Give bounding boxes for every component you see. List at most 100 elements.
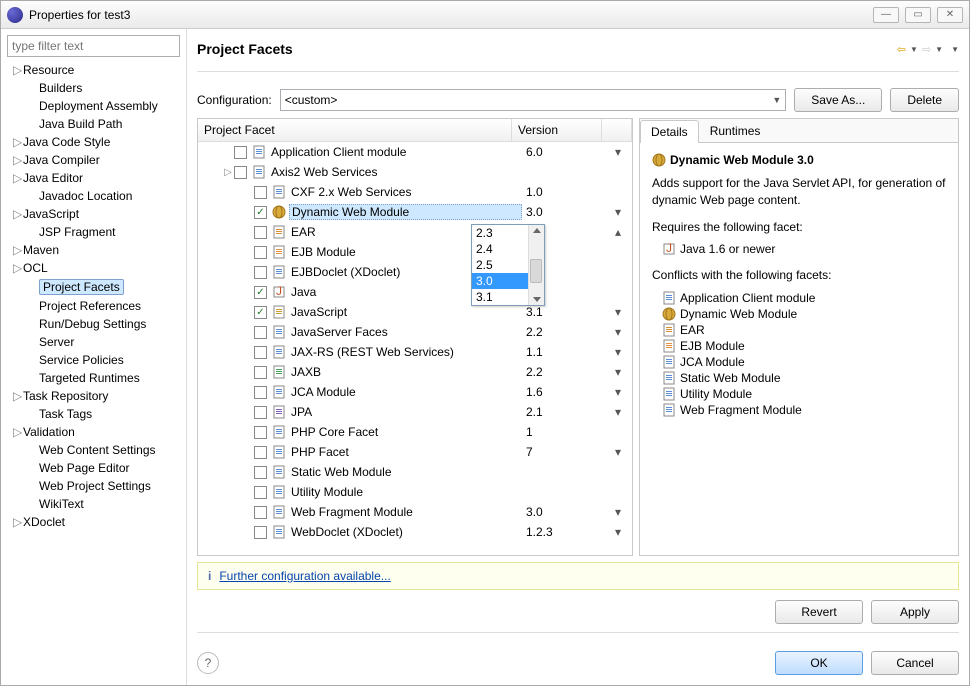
facet-row[interactable]: JavaServer Faces2.2▾ [198, 322, 632, 342]
version-dropdown-toggle[interactable]: ▾ [604, 445, 632, 459]
facet-row[interactable]: ▷Axis2 Web Services [198, 162, 632, 182]
tree-item[interactable]: Web Page Editor [7, 459, 180, 477]
facet-row[interactable]: JAX-RS (REST Web Services)1.1▾ [198, 342, 632, 362]
version-dropdown-toggle[interactable]: ▴ [604, 225, 632, 239]
facet-row[interactable]: WebDoclet (XDoclet)1.2.3▾ [198, 522, 632, 542]
facet-row[interactable]: JAXB2.2▾ [198, 362, 632, 382]
facet-row[interactable]: ✓JJava3.0 [198, 282, 632, 302]
facet-checkbox[interactable] [254, 406, 267, 419]
version-dropdown-toggle[interactable]: ▾ [604, 385, 632, 399]
filter-input[interactable] [7, 35, 180, 57]
version-dropdown-toggle[interactable]: ▾ [604, 345, 632, 359]
category-tree[interactable]: ▷ResourceBuildersDeployment AssemblyJava… [7, 61, 180, 531]
facet-checkbox[interactable]: ✓ [254, 286, 267, 299]
facet-row[interactable]: Utility Module [198, 482, 632, 502]
facet-checkbox[interactable]: ✓ [254, 206, 267, 219]
facet-checkbox[interactable] [254, 466, 267, 479]
column-version[interactable]: Version [512, 119, 602, 141]
cancel-button[interactable]: Cancel [871, 651, 959, 675]
version-dropdown-toggle[interactable]: ▾ [604, 525, 632, 539]
facet-checkbox[interactable] [254, 186, 267, 199]
tab-details[interactable]: Details [640, 120, 699, 143]
facet-checkbox[interactable] [254, 226, 267, 239]
tree-item[interactable]: ▷Task Repository [7, 387, 180, 405]
facet-checkbox[interactable] [254, 346, 267, 359]
facet-row[interactable]: Application Client module6.0▾ [198, 142, 632, 162]
tab-runtimes[interactable]: Runtimes [699, 119, 772, 142]
facet-row[interactable]: JPA2.1▾ [198, 402, 632, 422]
tree-item[interactable]: Project Facets [7, 277, 180, 297]
tree-item[interactable]: Builders [7, 79, 180, 97]
view-menu-icon[interactable]: ▼ [951, 45, 959, 54]
tree-item[interactable]: ▷XDoclet [7, 513, 180, 531]
facet-row[interactable]: ✓JavaScript3.1▾ [198, 302, 632, 322]
version-dropdown-toggle[interactable]: ▾ [604, 205, 632, 219]
ok-button[interactable]: OK [775, 651, 863, 675]
version-dropdown-toggle[interactable]: ▾ [604, 145, 632, 159]
tree-item[interactable]: Deployment Assembly [7, 97, 180, 115]
version-dropdown-toggle[interactable]: ▾ [604, 325, 632, 339]
help-icon[interactable]: ? [197, 652, 219, 674]
maximize-button[interactable]: ▭ [905, 7, 931, 23]
tree-item[interactable]: Javadoc Location [7, 187, 180, 205]
tree-item[interactable]: Web Content Settings [7, 441, 180, 459]
tree-item[interactable]: Targeted Runtimes [7, 369, 180, 387]
facet-checkbox[interactable] [254, 526, 267, 539]
facet-row[interactable]: ✓Dynamic Web Module3.0▾ [198, 202, 632, 222]
facet-row[interactable]: CXF 2.x Web Services1.0 [198, 182, 632, 202]
forward-icon[interactable]: ⇨ [922, 43, 931, 56]
tree-item[interactable]: Java Build Path [7, 115, 180, 133]
tree-item[interactable]: WikiText [7, 495, 180, 513]
tree-item[interactable]: Task Tags [7, 405, 180, 423]
facet-checkbox[interactable] [234, 166, 247, 179]
version-dropdown-toggle[interactable]: ▾ [604, 365, 632, 379]
facet-checkbox[interactable] [254, 326, 267, 339]
dropdown-scrollbar[interactable] [528, 225, 544, 305]
version-dropdown-toggle[interactable]: ▾ [604, 405, 632, 419]
tree-item[interactable]: Service Policies [7, 351, 180, 369]
version-dropdown-toggle[interactable]: ▾ [604, 505, 632, 519]
facet-row[interactable]: EAR2.3▴ [198, 222, 632, 242]
tree-item[interactable]: Run/Debug Settings [7, 315, 180, 333]
tree-item[interactable]: JSP Fragment [7, 223, 180, 241]
minimize-button[interactable]: — [873, 7, 899, 23]
tree-item[interactable]: ▷Maven [7, 241, 180, 259]
tree-item[interactable]: ▷Resource [7, 61, 180, 79]
facet-row[interactable]: EJB Module2.4 [198, 242, 632, 262]
column-facet[interactable]: Project Facet [198, 119, 512, 141]
apply-button[interactable]: Apply [871, 600, 959, 624]
facet-checkbox[interactable] [254, 266, 267, 279]
configuration-select[interactable]: <custom>▼ [280, 89, 787, 111]
further-config-link[interactable]: Further configuration available... [219, 569, 390, 583]
version-dropdown-toggle[interactable]: ▾ [604, 305, 632, 319]
save-as-button[interactable]: Save As... [794, 88, 882, 112]
tree-item[interactable]: ▷Validation [7, 423, 180, 441]
facet-row[interactable]: Static Web Module [198, 462, 632, 482]
tree-item[interactable]: ▷JavaScript [7, 205, 180, 223]
facet-row[interactable]: Web Fragment Module3.0▾ [198, 502, 632, 522]
facet-checkbox[interactable] [254, 246, 267, 259]
back-icon[interactable]: ⇦ [897, 43, 906, 56]
back-menu-icon[interactable]: ▼ [910, 45, 918, 54]
tree-item[interactable]: Web Project Settings [7, 477, 180, 495]
tree-item[interactable]: Server [7, 333, 180, 351]
version-dropdown[interactable]: 2.32.42.53.03.1 [471, 224, 545, 306]
facet-checkbox[interactable] [254, 486, 267, 499]
forward-menu-icon[interactable]: ▼ [935, 45, 943, 54]
tree-item[interactable]: Project References [7, 297, 180, 315]
facet-checkbox[interactable] [254, 446, 267, 459]
facet-checkbox[interactable] [254, 506, 267, 519]
tree-item[interactable]: ▷Java Editor [7, 169, 180, 187]
tree-item[interactable]: ▷Java Code Style [7, 133, 180, 151]
facet-row[interactable]: JCA Module1.6▾ [198, 382, 632, 402]
tree-item[interactable]: ▷Java Compiler [7, 151, 180, 169]
close-button[interactable]: ✕ [937, 7, 963, 23]
delete-button[interactable]: Delete [890, 88, 959, 112]
facet-checkbox[interactable] [234, 146, 247, 159]
facet-checkbox[interactable]: ✓ [254, 306, 267, 319]
tree-item[interactable]: ▷OCL [7, 259, 180, 277]
facet-checkbox[interactable] [254, 386, 267, 399]
facet-checkbox[interactable] [254, 366, 267, 379]
facet-row[interactable]: EJBDoclet (XDoclet)2.5 [198, 262, 632, 282]
facet-row[interactable]: PHP Core Facet1 [198, 422, 632, 442]
